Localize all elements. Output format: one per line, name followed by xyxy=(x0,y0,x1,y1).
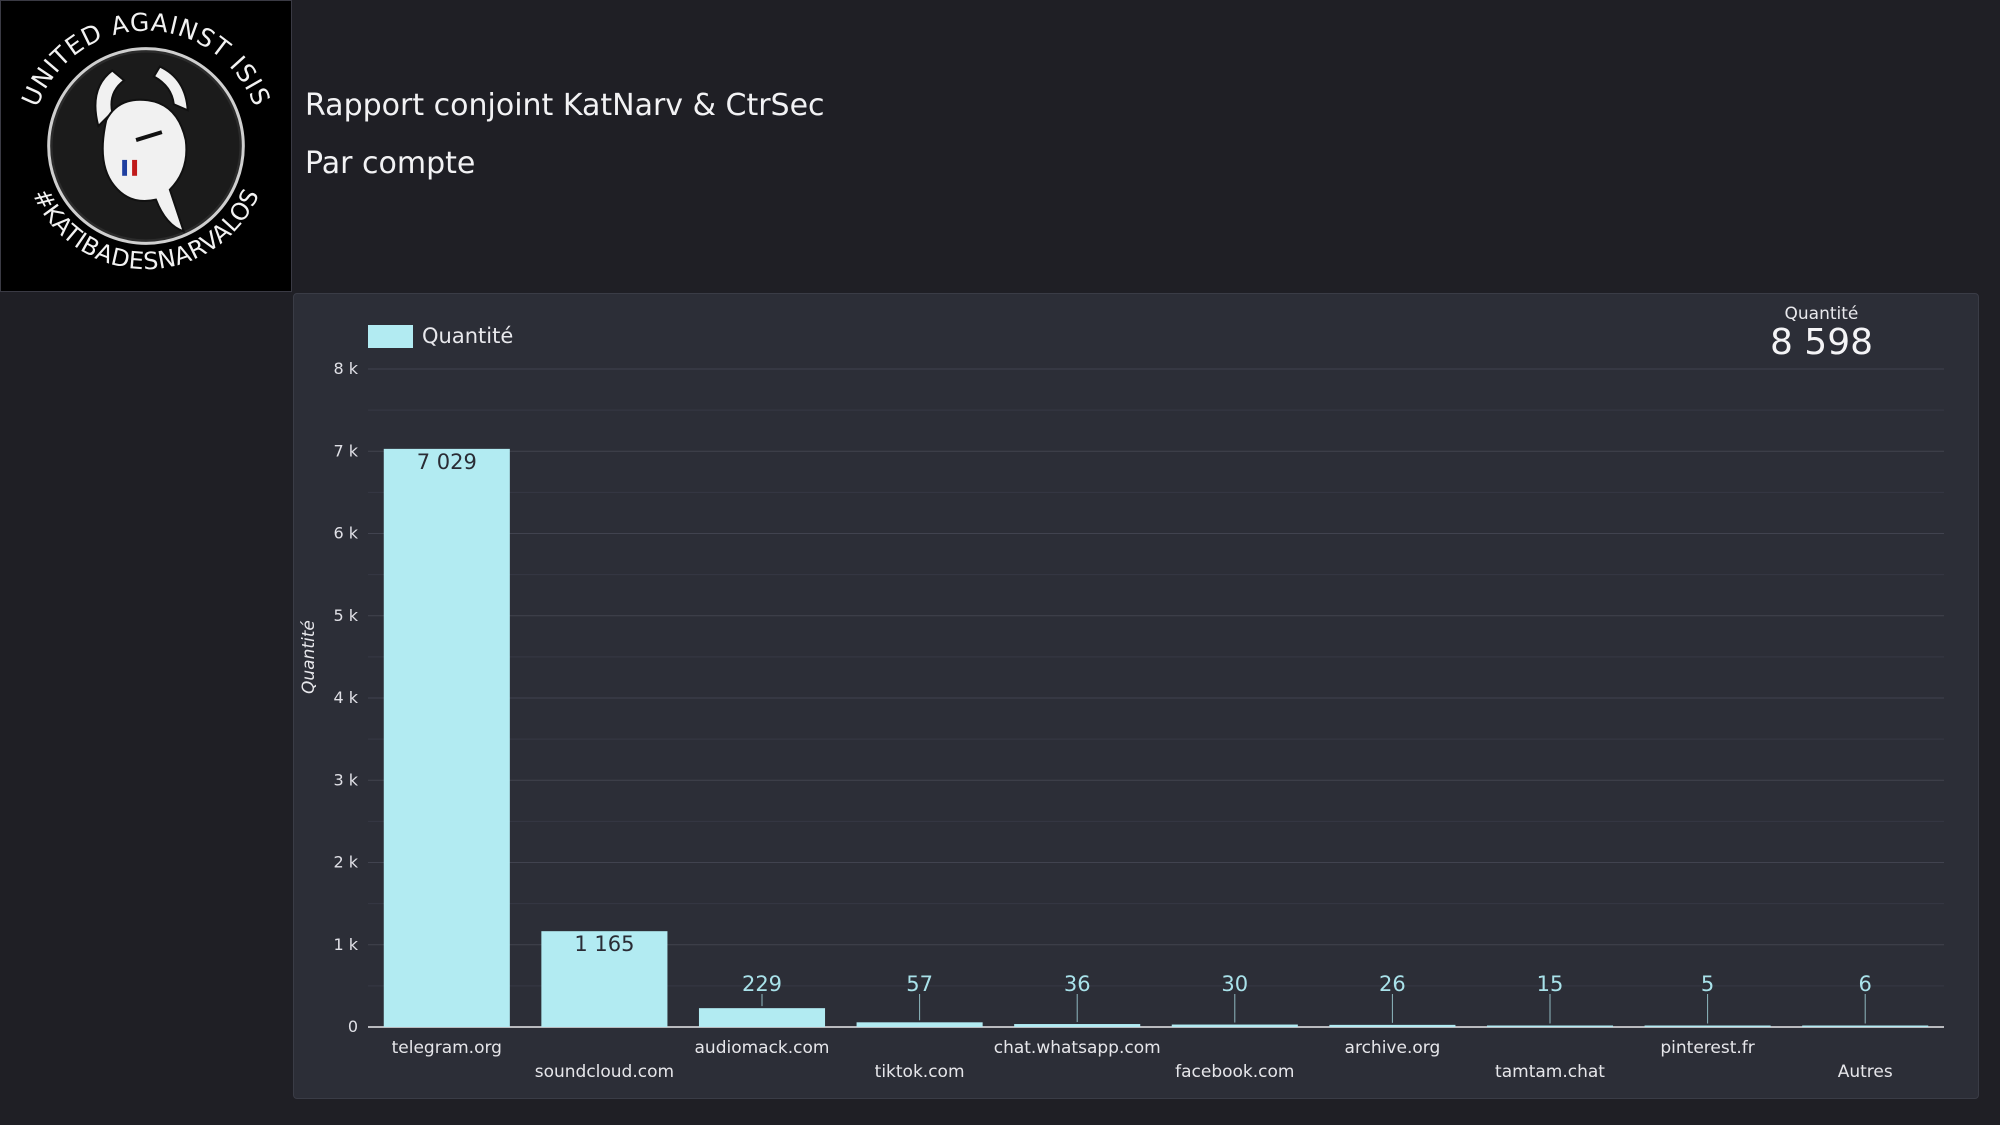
y-tick-label: 4 k xyxy=(333,688,358,707)
kpi-card: Quantité 8 598 xyxy=(1770,304,1873,362)
legend-label: Quantité xyxy=(422,324,514,348)
data-label: 36 xyxy=(1064,972,1091,996)
data-label: 5 xyxy=(1701,972,1714,996)
x-tick-label: tiktok.com xyxy=(875,1062,965,1082)
goat-emblem-icon: UNITED AGAINST ISIS #KATIBADESNARVALOS xyxy=(16,7,275,275)
y-axis-title: Quantité xyxy=(299,620,319,694)
data-label: 30 xyxy=(1221,972,1248,996)
page-subtitle: Par compte xyxy=(305,146,476,181)
y-tick-label: 8 k xyxy=(333,359,358,378)
bar xyxy=(856,1022,983,1027)
data-label: 6 xyxy=(1859,972,1872,996)
bar xyxy=(1644,1025,1771,1027)
y-tick-label: 5 k xyxy=(333,606,358,625)
y-tick-label: 3 k xyxy=(333,770,358,789)
logo: UNITED AGAINST ISIS #KATIBADESNARVALOS xyxy=(0,0,292,292)
bar xyxy=(1329,1024,1456,1027)
bar xyxy=(1802,1025,1929,1027)
data-label: 26 xyxy=(1379,972,1406,996)
bar xyxy=(1486,1025,1614,1027)
legend-swatch xyxy=(368,324,413,348)
bar-chart: 0 1 k 2 k 3 k 4 k 5 k 6 k 7 k 8 k 7 029 telegram.o… xyxy=(333,359,1944,1082)
kpi-value: 8 598 xyxy=(1769,322,1873,363)
x-tick-label: tamtam.chat xyxy=(1495,1062,1605,1082)
data-label: 1 165 xyxy=(574,932,634,956)
x-tick-label: archive.org xyxy=(1345,1038,1441,1058)
page-title: Rapport conjoint KatNarv & CtrSec xyxy=(305,88,825,123)
chart-legend[interactable]: Quantité xyxy=(368,324,513,348)
y-tick-label: 0 xyxy=(348,1017,358,1036)
chart-panel: Quantité Quantité 8 598 Quantité 0 1 k 2 k… xyxy=(293,293,1979,1099)
y-tick-label: 2 k xyxy=(333,853,358,872)
x-tick-label: audiomack.com xyxy=(695,1038,830,1058)
bar xyxy=(698,1008,826,1027)
bar xyxy=(1014,1024,1141,1027)
x-tick-label: Autres xyxy=(1838,1062,1893,1082)
bar xyxy=(1171,1024,1298,1027)
x-tick-label: soundcloud.com xyxy=(535,1062,674,1082)
y-tick-label: 7 k xyxy=(333,441,358,460)
data-label: 229 xyxy=(742,972,782,996)
data-label: 57 xyxy=(906,972,933,996)
y-tick-label: 1 k xyxy=(333,935,358,954)
bar xyxy=(383,448,510,1027)
x-tick-label: chat.whatsapp.com xyxy=(994,1038,1161,1058)
data-label: 7 029 xyxy=(417,450,477,474)
y-tick-label: 6 k xyxy=(333,524,358,543)
x-tick-label: telegram.org xyxy=(392,1038,502,1058)
data-label: 15 xyxy=(1537,972,1564,996)
x-tick-label: facebook.com xyxy=(1175,1062,1294,1082)
x-tick-label: pinterest.fr xyxy=(1660,1038,1754,1058)
kpi-label: Quantité xyxy=(1784,304,1859,324)
